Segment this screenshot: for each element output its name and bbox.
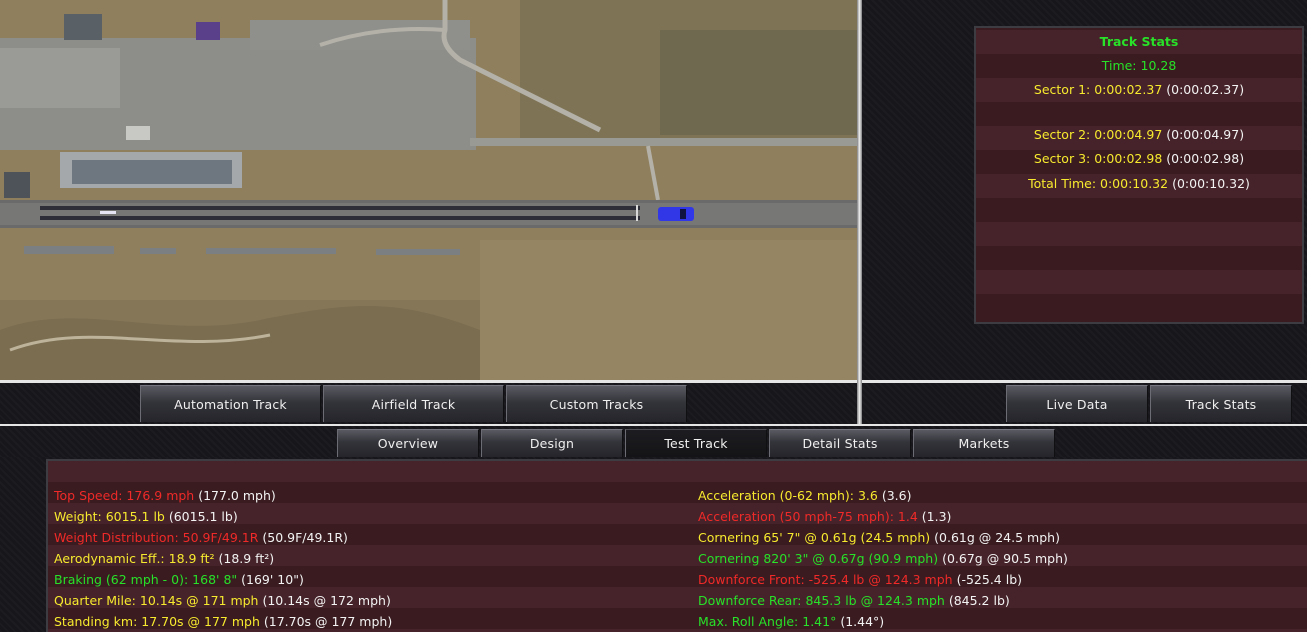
right-stat-row: Cornering 820' 3" @ 0.67g (90.9 mph) (0.… <box>698 548 1068 569</box>
sector-2-time: Sector 2: 0:00:04.97 <box>1033 127 1163 142</box>
left-stat-value: Top Speed: 176.9 mph <box>54 488 195 503</box>
right-stat-row: Max. Roll Angle: 1.41° (1.44°) <box>698 611 884 632</box>
right-stat-value: Downforce Front: -525.4 lb @ 124.3 mph <box>698 572 953 587</box>
right-stat-row: Cornering 65' 7" @ 0.61g (24.5 mph) (0.6… <box>698 527 1060 548</box>
left-stat-reference: (169' 10") <box>241 572 304 587</box>
left-stat-reference: (6015.1 lb) <box>168 509 238 524</box>
left-stat-reference: (18.9 ft²) <box>218 551 275 566</box>
tab-overview[interactable]: Overview <box>337 429 479 457</box>
left-stat-reference: (50.9F/49.1R) <box>262 530 348 545</box>
right-stat-value: Downforce Rear: 845.3 lb @ 124.3 mph <box>698 593 945 608</box>
main-tab-bar: Overview Design Test Track Detail Stats … <box>0 426 1307 457</box>
total-time-ref: (0:00:10.32) <box>1172 176 1250 191</box>
right-stat-value: Cornering 65' 7" @ 0.61g (24.5 mph) <box>698 530 931 545</box>
tab-track-stats[interactable]: Track Stats <box>1150 385 1292 422</box>
tab-custom-tracks[interactable]: Custom Tracks <box>506 385 687 422</box>
left-stat-row: Quarter Mile: 10.14s @ 171 mph (10.14s @… <box>54 590 391 611</box>
left-stat-value: Weight: 6015.1 lb <box>54 509 165 524</box>
sector-3-ref: (0:00:02.98) <box>1166 151 1245 166</box>
sector-1-ref: (0:00:02.37) <box>1166 82 1245 97</box>
track-map[interactable] <box>0 0 857 380</box>
right-stat-value: Max. Roll Angle: 1.41° <box>698 614 837 629</box>
sector-1-time: Sector 1: 0:00:02.37 <box>1033 82 1163 97</box>
right-stat-reference: (1.3) <box>921 509 952 524</box>
right-stat-row: Downforce Rear: 845.3 lb @ 124.3 mph (84… <box>698 590 1010 611</box>
right-stat-row: Acceleration (0-62 mph): 3.6 (3.6) <box>698 485 911 506</box>
tab-test-track[interactable]: Test Track <box>625 429 767 457</box>
left-stat-reference: (17.70s @ 177 mph) <box>263 614 393 629</box>
aerial-map-image <box>0 0 857 380</box>
track-stats-panel: Track Stats Time: 10.28 Sector 1: 0:00:0… <box>974 26 1304 324</box>
tab-design[interactable]: Design <box>481 429 623 457</box>
track-stats-time: Time: 10.28 <box>1101 58 1177 73</box>
track-stats-total: Total Time: 0:00:10.32 (0:00:10.32) <box>976 172 1302 196</box>
view-selector-strip: Live Data Track Stats <box>862 383 1307 424</box>
right-stat-row: Acceleration (50 mph-75 mph): 1.4 (1.3) <box>698 506 951 527</box>
left-stat-value: Braking (62 mph - 0): 168' 8" <box>54 572 238 587</box>
left-stat-row: Aerodynamic Eff.: 18.9 ft² (18.9 ft²) <box>54 548 274 569</box>
tab-airfield-track[interactable]: Airfield Track <box>323 385 504 422</box>
left-stat-row: Standing km: 17.70s @ 177 mph (17.70s @ … <box>54 611 392 632</box>
left-stat-value: Quarter Mile: 10.14s @ 171 mph <box>54 593 259 608</box>
right-stat-reference: (0.67g @ 90.5 mph) <box>942 551 1068 566</box>
right-stat-value: Acceleration (0-62 mph): 3.6 <box>698 488 878 503</box>
left-stat-row: Weight Distribution: 50.9F/49.1R (50.9F/… <box>54 527 348 548</box>
right-stat-reference: (1.44°) <box>840 614 885 629</box>
total-time: Total Time: 0:00:10.32 <box>1028 176 1169 191</box>
right-stat-row: Downforce Front: -525.4 lb @ 124.3 mph (… <box>698 569 1022 590</box>
track-stats-sector-2: Sector 2: 0:00:04.97 (0:00:04.97) <box>976 123 1302 147</box>
track-stats-title: Track Stats <box>1099 34 1179 49</box>
left-stat-reference: (10.14s @ 172 mph) <box>262 593 391 608</box>
tab-live-data[interactable]: Live Data <box>1006 385 1148 422</box>
test-results-area: Top Speed: 176.9 mph (177.0 mph) Weight: … <box>0 457 1307 632</box>
left-stat-value: Weight Distribution: 50.9F/49.1R <box>54 530 259 545</box>
right-stat-reference: (845.2 lb) <box>948 593 1010 608</box>
right-stat-reference: (3.6) <box>881 488 912 503</box>
left-stat-reference: (177.0 mph) <box>198 488 276 503</box>
track-stats-sector-1: Sector 1: 0:00:02.37 (0:00:02.37) <box>976 78 1302 102</box>
right-stat-reference: (0.61g @ 24.5 mph) <box>934 530 1060 545</box>
right-stat-value: Cornering 820' 3" @ 0.67g (90.9 mph) <box>698 551 939 566</box>
sector-2-ref: (0:00:04.97) <box>1166 127 1245 142</box>
right-stat-reference: (-525.4 lb) <box>956 572 1023 587</box>
right-stat-value: Acceleration (50 mph-75 mph): 1.4 <box>698 509 918 524</box>
tab-markets[interactable]: Markets <box>913 429 1055 457</box>
track-stats-sector-3: Sector 3: 0:00:02.98 (0:00:02.98) <box>976 147 1302 171</box>
test-results-panel: Top Speed: 176.9 mph (177.0 mph) Weight: … <box>46 459 1307 632</box>
tab-automation-track[interactable]: Automation Track <box>140 385 321 422</box>
left-stat-row: Weight: 6015.1 lb (6015.1 lb) <box>54 506 238 527</box>
sector-3-time: Sector 3: 0:00:02.98 <box>1033 151 1163 166</box>
tab-detail-stats[interactable]: Detail Stats <box>769 429 911 457</box>
left-stat-row: Top Speed: 176.9 mph (177.0 mph) <box>54 485 276 506</box>
track-selector-strip: Automation Track Airfield Track Custom T… <box>0 383 857 424</box>
left-stat-row: Braking (62 mph - 0): 168' 8" (169' 10") <box>54 569 304 590</box>
left-stat-value: Standing km: 17.70s @ 177 mph <box>54 614 260 629</box>
car-marker <box>658 207 694 221</box>
left-stat-value: Aerodynamic Eff.: 18.9 ft² <box>54 551 215 566</box>
